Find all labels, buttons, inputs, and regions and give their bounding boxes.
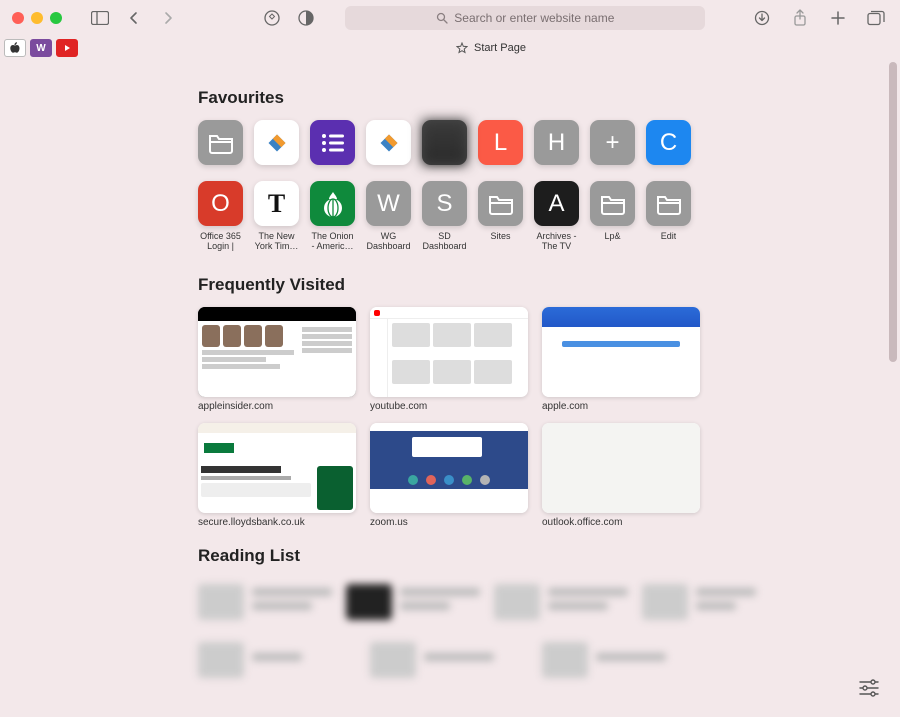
minimize-window-button[interactable]: [31, 12, 43, 24]
back-button[interactable]: [122, 6, 146, 30]
favourite-item[interactable]: A Archives - The TV C…: [534, 181, 579, 253]
frequent-label: zoom.us: [370, 517, 528, 528]
favourite-tile[interactable]: [198, 120, 243, 165]
favbar-center-label: Start Page: [474, 42, 526, 54]
forward-button[interactable]: [156, 6, 180, 30]
share-button[interactable]: [788, 6, 812, 30]
frequent-thumbnail[interactable]: [198, 423, 356, 513]
favourite-tile[interactable]: H: [534, 120, 579, 165]
favourite-tile[interactable]: [366, 120, 411, 165]
favourite-item[interactable]: +: [590, 120, 635, 165]
favourite-tile[interactable]: [254, 120, 299, 165]
favourite-item[interactable]: [198, 120, 243, 165]
downloads-button[interactable]: [750, 6, 774, 30]
url-search-field[interactable]: Search or enter website name: [345, 6, 705, 30]
favourite-tile[interactable]: T: [254, 181, 299, 226]
reading-list-item[interactable]: [370, 636, 528, 684]
url-placeholder: Search or enter website name: [454, 11, 614, 25]
privacy-report-button[interactable]: [260, 6, 284, 30]
frequent-label: apple.com: [542, 401, 700, 412]
reading-list-item[interactable]: [198, 578, 332, 626]
favourite-tile[interactable]: C: [646, 120, 691, 165]
favourite-label: Sites: [490, 231, 510, 241]
favourite-tile[interactable]: [590, 181, 635, 226]
traffic-lights: [12, 12, 62, 24]
reading-heading: Reading List: [198, 546, 700, 566]
search-icon: [436, 12, 448, 24]
favourite-item[interactable]: H: [534, 120, 579, 165]
close-window-button[interactable]: [12, 12, 24, 24]
favourite-item[interactable]: T The New York Tim…: [254, 181, 299, 253]
favourite-tile[interactable]: L: [478, 120, 523, 165]
favourites-heading: Favourites: [198, 88, 700, 108]
favourite-label: Archives - The TV C…: [534, 231, 579, 253]
favourite-tile[interactable]: [646, 181, 691, 226]
star-icon: [456, 42, 468, 54]
favourite-label: The Onion - Americ…: [310, 231, 355, 252]
favourite-item[interactable]: O Office 365 Login | Mi…: [198, 181, 243, 253]
reading-list-item[interactable]: [642, 578, 756, 626]
frequent-label: outlook.office.com: [542, 517, 700, 528]
favourite-label: The New York Tim…: [254, 231, 299, 252]
frequent-item[interactable]: zoom.us: [370, 423, 528, 528]
favourite-tile[interactable]: A: [534, 181, 579, 226]
frequent-heading: Frequently Visited: [198, 275, 700, 295]
frequent-item[interactable]: youtube.com: [370, 307, 528, 412]
favourite-item[interactable]: [254, 120, 299, 165]
favourite-tile[interactable]: W: [366, 181, 411, 226]
favourite-tile[interactable]: [478, 181, 523, 226]
favourite-item[interactable]: W WG Dashboard: [366, 181, 411, 253]
vertical-scrollbar[interactable]: [888, 62, 898, 702]
frequent-item[interactable]: appleinsider.com: [198, 307, 356, 412]
frequent-item[interactable]: outlook.office.com: [542, 423, 700, 528]
reading-list-item[interactable]: [346, 578, 480, 626]
favourite-item[interactable]: L: [478, 120, 523, 165]
favourite-item[interactable]: C: [646, 120, 691, 165]
reading-list-item[interactable]: [198, 636, 356, 684]
favourite-label: WG Dashboard: [366, 231, 411, 252]
favourite-item[interactable]: Lp&: [590, 181, 635, 253]
frequent-item[interactable]: secure.lloydsbank.co.uk: [198, 423, 356, 528]
frequent-thumbnail[interactable]: [542, 423, 700, 513]
reading-list-item[interactable]: [494, 578, 628, 626]
favourite-label: Edit: [661, 231, 677, 241]
favourite-item[interactable]: [422, 120, 467, 165]
favbar-item-apple[interactable]: [4, 39, 26, 57]
reading-list-item[interactable]: [542, 636, 700, 684]
tab-overview-button[interactable]: [864, 6, 888, 30]
frequent-thumbnail[interactable]: [370, 423, 528, 513]
favourite-label: Office 365 Login | Mi…: [198, 231, 243, 253]
favourite-label: SD Dashboard: [422, 231, 467, 252]
frequent-label: youtube.com: [370, 401, 528, 412]
favourites-bar: W Start Page: [0, 36, 900, 60]
sidebar-toggle-button[interactable]: [88, 6, 112, 30]
favourite-item[interactable]: S SD Dashboard: [422, 181, 467, 253]
favourite-tile[interactable]: [310, 181, 355, 226]
favourite-label: Lp&: [604, 231, 620, 241]
favourite-item[interactable]: [310, 120, 355, 165]
favbar-item-w[interactable]: W: [30, 39, 52, 57]
frequent-thumbnail[interactable]: [542, 307, 700, 397]
frequent-item[interactable]: apple.com: [542, 307, 700, 412]
favourite-item[interactable]: The Onion - Americ…: [310, 181, 355, 253]
favourite-item[interactable]: Edit: [646, 181, 691, 253]
favourite-tile[interactable]: +: [590, 120, 635, 165]
new-tab-button[interactable]: [826, 6, 850, 30]
reader-appearance-button[interactable]: [294, 6, 318, 30]
start-page-settings-button[interactable]: [858, 679, 882, 703]
favourite-tile[interactable]: [422, 120, 467, 165]
frequent-label: secure.lloydsbank.co.uk: [198, 517, 356, 528]
maximize-window-button[interactable]: [50, 12, 62, 24]
favbar-item-youtube[interactable]: [56, 39, 78, 57]
favourite-item[interactable]: [366, 120, 411, 165]
frequent-thumbnail[interactable]: [198, 307, 356, 397]
favourite-tile[interactable]: S: [422, 181, 467, 226]
favourite-tile[interactable]: [310, 120, 355, 165]
frequent-label: appleinsider.com: [198, 401, 356, 412]
favourite-item[interactable]: Sites: [478, 181, 523, 253]
window-toolbar: Search or enter website name: [0, 0, 900, 36]
frequent-thumbnail[interactable]: [370, 307, 528, 397]
favourite-tile[interactable]: O: [198, 181, 243, 226]
